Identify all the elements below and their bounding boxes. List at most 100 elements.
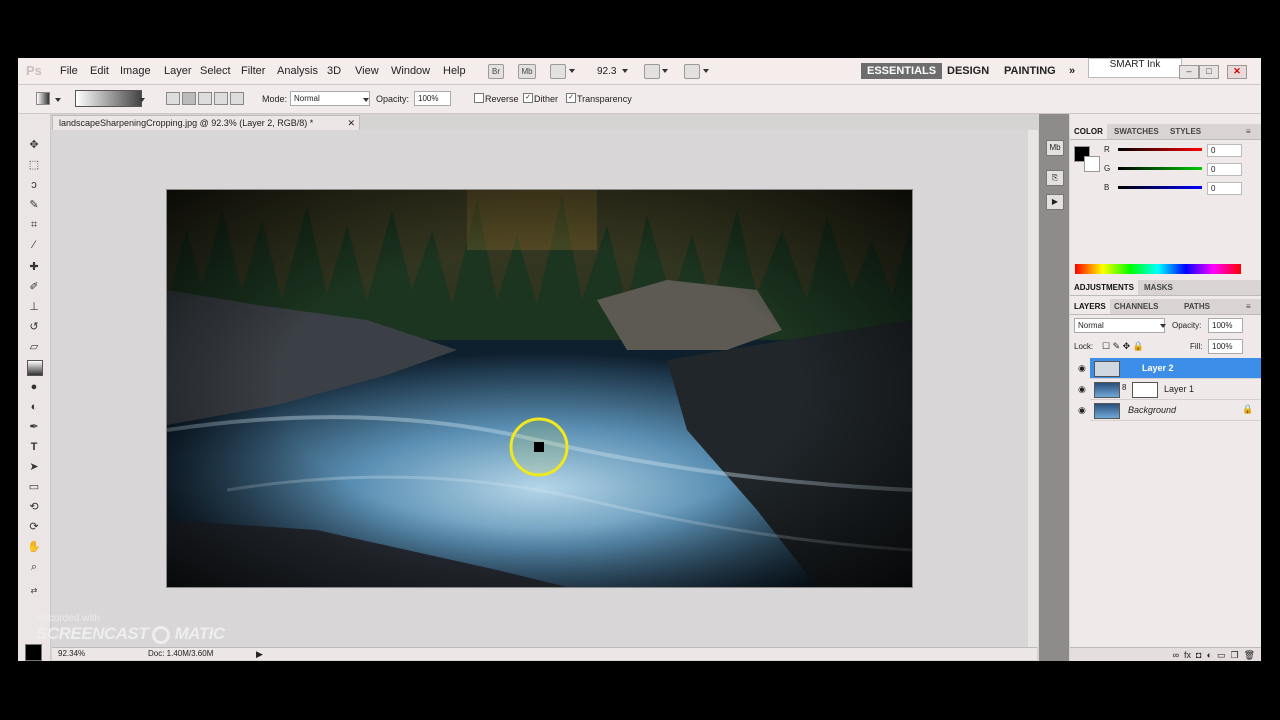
menu-3d[interactable]: 3D	[327, 65, 341, 77]
foreground-color-swatch[interactable]	[25, 644, 42, 661]
angle-gradient-icon[interactable]	[198, 92, 212, 105]
path-selection-icon[interactable]: ➤	[27, 460, 41, 474]
workspace-design[interactable]: DESIGN	[941, 63, 995, 79]
blue-value[interactable]: 0	[1207, 182, 1242, 195]
move-tool-icon[interactable]: ✥	[27, 138, 41, 152]
status-menu-arrow-icon[interactable]: ▶	[256, 648, 263, 660]
history-brush-icon[interactable]: ↺	[27, 320, 41, 334]
shape-tool-icon[interactable]: ▭	[27, 480, 41, 494]
actions-panel-icon[interactable]: ▶	[1046, 194, 1064, 210]
layer-row-layer1[interactable]: 8 Layer 1	[1090, 379, 1261, 400]
workspace-painting[interactable]: PAINTING	[998, 63, 1062, 79]
panel-menu-icon[interactable]: ≡	[1242, 124, 1255, 139]
green-slider[interactable]	[1118, 167, 1202, 170]
reverse-checkbox[interactable]	[474, 93, 484, 103]
chevron-down-icon[interactable]	[55, 98, 61, 102]
menu-analysis[interactable]: Analysis	[277, 65, 318, 77]
mode-select[interactable]: Normal	[290, 91, 370, 106]
menu-filter[interactable]: Filter	[241, 65, 265, 77]
landscape-photo[interactable]	[166, 189, 913, 588]
mini-bridge-button[interactable]: Mb	[518, 64, 536, 79]
eraser-tool-icon[interactable]: ▱	[27, 340, 41, 354]
zoom-tool-icon[interactable]: ⌕	[27, 560, 41, 574]
radial-gradient-icon[interactable]	[182, 92, 196, 105]
bridge-button[interactable]: Br	[488, 64, 504, 79]
3d-rotate-icon[interactable]: ⟲	[27, 500, 41, 514]
extras-button[interactable]	[550, 64, 566, 79]
diamond-gradient-icon[interactable]	[230, 92, 244, 105]
gradient-picker[interactable]	[75, 90, 142, 107]
chevron-down-icon[interactable]	[662, 69, 668, 73]
chevron-down-icon[interactable]	[703, 69, 709, 73]
tab-styles[interactable]: STYLES	[1166, 124, 1205, 139]
layer-style-icon[interactable]: fx	[1184, 650, 1191, 660]
blur-tool-icon[interactable]: ●	[27, 380, 41, 394]
zoom-level[interactable]: 92.3	[597, 66, 616, 77]
new-group-icon[interactable]: ▭	[1217, 650, 1226, 660]
mask-link-icon[interactable]: 8	[1122, 383, 1126, 392]
healing-brush-icon[interactable]: ✚	[27, 260, 41, 274]
crop-tool-icon[interactable]: ⌗	[27, 218, 41, 232]
blue-slider[interactable]	[1118, 186, 1202, 189]
history-panel-icon[interactable]: ⎘	[1046, 170, 1064, 186]
document-tab[interactable]: landscapeSharpeningCropping.jpg @ 92.3% …	[52, 115, 360, 131]
adjustment-layer-icon[interactable]: ◐	[1206, 650, 1211, 660]
type-tool-icon[interactable]: T	[27, 440, 41, 454]
menu-layer[interactable]: Layer	[164, 65, 192, 77]
tab-color[interactable]: COLOR	[1070, 124, 1107, 139]
lock-icons[interactable]: ☐ ✎ ✥ 🔒	[1102, 341, 1144, 352]
arrange-documents-button[interactable]	[644, 64, 660, 79]
marquee-tool-icon[interactable]: ⬚	[27, 158, 41, 172]
dodge-tool-icon[interactable]: ◐	[27, 400, 41, 414]
mini-bridge-panel-icon[interactable]: Mb	[1046, 140, 1064, 156]
menu-file[interactable]: File	[60, 65, 78, 77]
panel-menu-icon[interactable]: ≡	[1242, 299, 1255, 314]
lasso-tool-icon[interactable]: ↄ	[27, 178, 41, 192]
color-spectrum-bar[interactable]	[1075, 264, 1241, 274]
clone-stamp-icon[interactable]: ⊥	[27, 300, 41, 314]
transparency-checkbox[interactable]: ✓	[566, 93, 576, 103]
workspace-more-icon[interactable]: »	[1063, 63, 1081, 79]
layer-mask-thumbnail[interactable]	[1132, 382, 1158, 398]
delete-layer-icon[interactable]: 🗑	[1244, 650, 1255, 660]
tab-paths[interactable]: PATHS	[1180, 299, 1214, 314]
menu-help[interactable]: Help	[443, 65, 466, 77]
layer2-visibility-icon[interactable]: ◉	[1078, 363, 1086, 374]
opacity-input[interactable]: 100%	[414, 91, 451, 106]
minimize-button[interactable]: –	[1179, 65, 1199, 79]
background-visibility-icon[interactable]: ◉	[1078, 405, 1086, 416]
link-layers-icon[interactable]: ∞	[1173, 650, 1179, 660]
chevron-down-icon[interactable]	[569, 69, 575, 73]
gradient-tool-icon[interactable]	[27, 360, 43, 376]
reflected-gradient-icon[interactable]	[214, 92, 228, 105]
menu-window[interactable]: Window	[391, 65, 430, 77]
maximize-button[interactable]: □	[1199, 65, 1219, 79]
vertical-scrollbar[interactable]	[1028, 130, 1038, 647]
workspace-essentials[interactable]: ESSENTIALS	[861, 63, 943, 79]
status-zoom[interactable]: 92.34%	[58, 648, 85, 660]
fill-input[interactable]: 100%	[1208, 339, 1243, 354]
tab-channels[interactable]: CHANNELS	[1110, 299, 1162, 314]
default-colors-icon[interactable]: ⇄	[27, 584, 41, 598]
screen-mode-button[interactable]	[684, 64, 700, 79]
red-value[interactable]: 0	[1207, 144, 1242, 157]
brush-tool-icon[interactable]: ✐	[27, 280, 41, 294]
layer-opacity-input[interactable]: 100%	[1208, 318, 1243, 333]
chevron-down-icon[interactable]	[139, 98, 145, 102]
red-slider[interactable]	[1118, 148, 1202, 151]
new-layer-icon[interactable]: ❐	[1230, 650, 1238, 660]
chevron-down-icon[interactable]	[363, 98, 369, 102]
pen-tool-icon[interactable]: ✒	[27, 420, 41, 434]
menu-select[interactable]: Select	[200, 65, 231, 77]
smart-ink-tab[interactable]: SMART Ink	[1088, 58, 1182, 78]
menu-view[interactable]: View	[355, 65, 379, 77]
tab-swatches[interactable]: SWATCHES	[1110, 124, 1163, 139]
eyedropper-tool-icon[interactable]: ⁄	[27, 238, 41, 252]
layer1-visibility-icon[interactable]: ◉	[1078, 384, 1086, 395]
hand-tool-icon[interactable]: ✋	[27, 540, 41, 554]
dither-checkbox[interactable]: ✓	[523, 93, 533, 103]
background-color-swatch[interactable]	[1084, 156, 1100, 172]
green-value[interactable]: 0	[1207, 163, 1242, 176]
blend-mode-select[interactable]: Normal	[1074, 318, 1165, 333]
layer-row-background[interactable]: Background 🔒	[1090, 400, 1261, 421]
